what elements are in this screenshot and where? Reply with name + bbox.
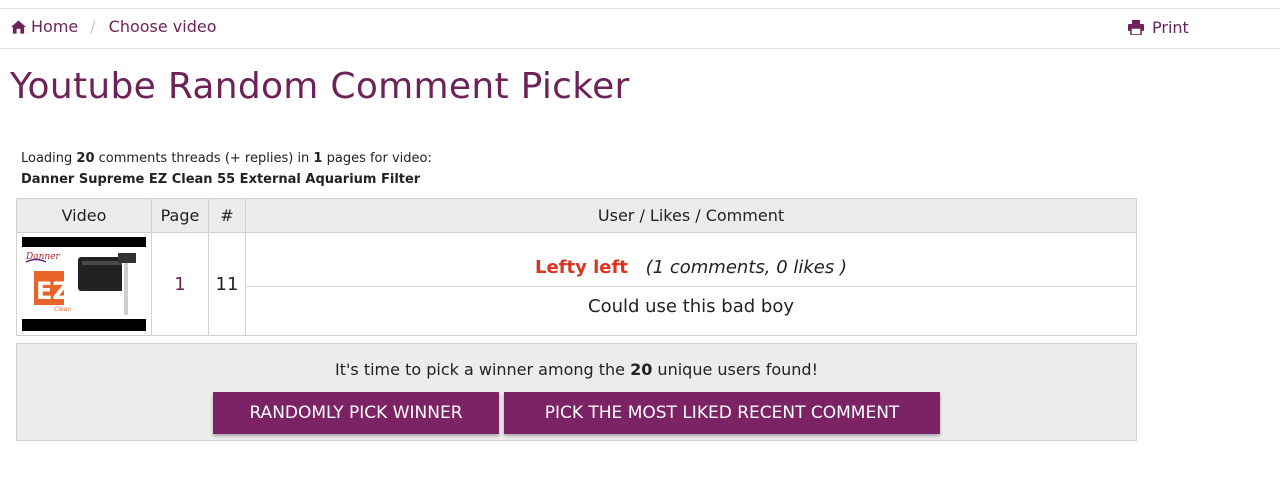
winner-msg-suffix: unique users found!	[652, 360, 818, 379]
video-cell: Danner EZ Clean	[16, 232, 152, 336]
table-row: Danner EZ Clean 1 11 Lefty left (1 comme…	[16, 232, 1137, 336]
pick-most-liked-comment-button[interactable]: PICK THE MOST LIKED RECENT COMMENT	[504, 392, 940, 434]
user-stats: (1 comments, 0 likes )	[645, 256, 847, 278]
header-comment: User / Likes / Comment	[245, 198, 1137, 233]
video-thumbnail[interactable]: Danner EZ Clean	[22, 237, 146, 331]
breadcrumb-choose-video-link[interactable]: Choose video	[109, 17, 217, 36]
header-page: Page	[151, 198, 209, 233]
loading-middle: comments threads (+ replies) in	[94, 151, 314, 166]
breadcrumb-separator: /	[90, 17, 96, 36]
ez-clean-product-image: Danner EZ Clean	[22, 247, 146, 319]
row-number: 11	[215, 273, 239, 295]
loading-suffix: pages for video:	[322, 151, 432, 166]
comment-text: Could use this bad boy	[588, 295, 794, 317]
table-header-row: Video Page # User / Likes / Comment	[16, 198, 1137, 233]
thumbnail-image: Danner EZ Clean	[22, 247, 146, 319]
print-button[interactable]: Print	[1128, 18, 1189, 37]
page-cell: 1	[151, 232, 209, 336]
video-title: Danner Supreme EZ Clean 55 External Aqua…	[21, 172, 421, 187]
header-video: Video	[16, 198, 152, 233]
page-number[interactable]: 1	[174, 274, 185, 295]
print-icon	[1128, 20, 1144, 35]
results-table: Video Page # User / Likes / Comment Dann…	[16, 198, 1137, 336]
breadcrumb: Home / Choose video	[11, 17, 217, 36]
winner-panel: It's time to pick a winner among the 20 …	[16, 343, 1137, 441]
number-cell: 11	[208, 232, 246, 336]
svg-text:Clean: Clean	[54, 306, 71, 313]
loading-prefix: Loading	[21, 151, 77, 166]
breadcrumb-bar: Home / Choose video Print	[0, 9, 1280, 49]
breadcrumb-home-link[interactable]: Home	[31, 17, 78, 36]
comment-cell: Lefty left (1 comments, 0 likes ) Could …	[245, 232, 1137, 336]
winner-msg-prefix: It's time to pick a winner among the	[335, 360, 631, 379]
page-title: Youtube Random Comment Picker	[10, 66, 630, 107]
home-icon	[11, 19, 26, 34]
unique-users-count: 20	[630, 360, 653, 379]
comment-header: Lefty left (1 comments, 0 likes )	[246, 242, 1136, 287]
threads-count: 20	[76, 151, 95, 166]
winner-message: It's time to pick a winner among the 20 …	[17, 360, 1136, 379]
randomly-pick-winner-button[interactable]: RANDOMLY PICK WINNER	[213, 392, 499, 434]
loading-info: Loading 20 comments threads (+ replies) …	[21, 148, 432, 190]
username[interactable]: Lefty left	[535, 257, 628, 278]
loading-summary: Loading 20 comments threads (+ replies) …	[21, 148, 432, 169]
svg-text:EZ: EZ	[36, 277, 70, 305]
print-label: Print	[1152, 18, 1189, 37]
header-number: #	[208, 198, 246, 233]
